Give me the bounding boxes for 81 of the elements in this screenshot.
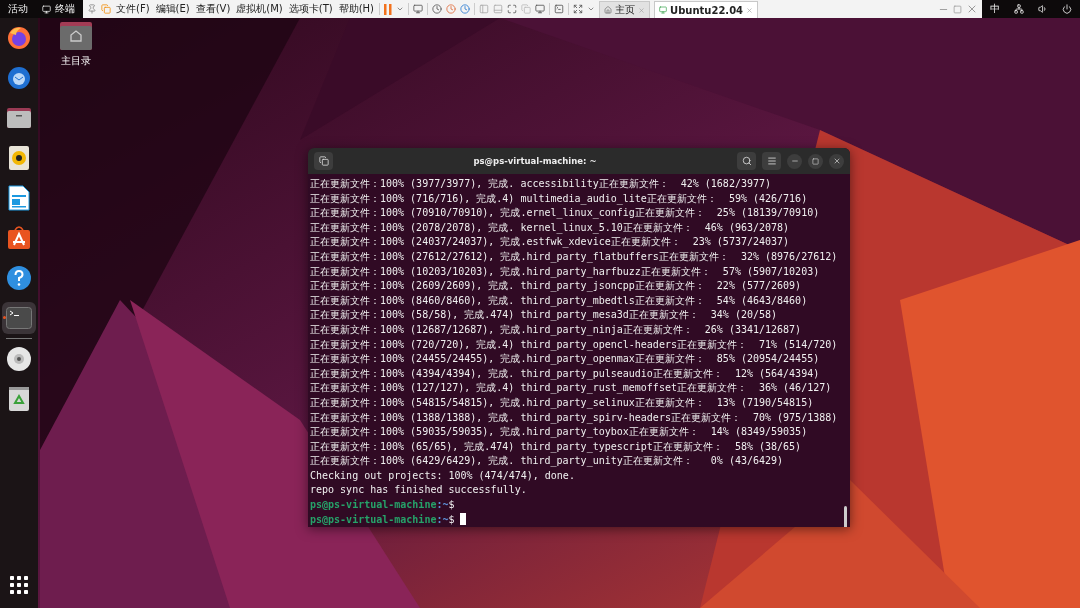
menu-item[interactable]: 虚拟机(M) (235, 2, 284, 16)
terminal-output-line: 正在更新文件：100% (720/720), 完成.4) third_party_opencl-headers正在更新文件： 71% (514/720) (310, 337, 839, 353)
minimize-icon (790, 157, 799, 165)
maximize-button[interactable] (808, 153, 823, 169)
command-prompt: ps@ps-virtual-machine:~$ (310, 498, 456, 513)
menu-item[interactable]: 选项卡(T) (287, 2, 334, 16)
desktop-icon-label[interactable]: 主目录 (61, 54, 91, 68)
terminal-output-line: 正在更新文件：100% (12687/12687), 完成.hird_party_ninja正在更新文件： 26% (3341/12687) (310, 322, 803, 338)
browser-icon[interactable] (6, 25, 32, 51)
terminal-output-line: 正在更新文件：100% (24455/24455), 完成.hird_party_openmax正在更新文件： 85% (20954/24455) (310, 352, 821, 367)
menu-item[interactable]: 文件(F) (115, 2, 151, 16)
mail-icon[interactable] (6, 65, 32, 91)
thumbnail-bar-icon[interactable] (493, 4, 504, 14)
fullscreen-icon[interactable] (507, 4, 518, 14)
terminal-output-line: 正在更新文件：100% (58/58), 完成.474) third_party_mesa3d正在更新文件： 34% (20/58) (310, 308, 779, 323)
terminal-output-line: 正在更新文件：100% (10203/10203), 完成.hird_party_harfbuzz正在更新文件： 57% (5907/10203) (310, 264, 821, 280)
vm-tab[interactable]: Ubuntu22.04 (654, 1, 759, 18)
terminal-output-line: 正在更新文件：100% (3977/3977), 完成. accessibility正在更新文件： 42% (1682/3977) (310, 177, 773, 191)
speaker-icon[interactable] (8, 145, 30, 171)
vm-icon (659, 6, 668, 14)
menu-item[interactable]: 编辑(E) (154, 2, 191, 16)
close-icon (832, 157, 841, 165)
terminal-output-line: 正在更新文件：100% (6429/6429), 完成. third_party_unity正在更新文件： 0% (43/6429) (310, 454, 785, 469)
minimize-button[interactable] (787, 153, 802, 169)
power-icon[interactable] (1062, 4, 1072, 14)
menu-button[interactable] (762, 152, 781, 170)
close-button[interactable] (829, 153, 844, 169)
revert-snapshot-icon[interactable] (446, 4, 457, 14)
terminal-output-line: 正在更新文件：100% (2078/2078), 完成. kernel_linux_5.10正在更新文件： 46% (963/2078) (310, 220, 791, 236)
console-icon[interactable] (554, 4, 565, 14)
terminal-output-line: Checking out projects: 100% (474/474), done. (310, 468, 576, 483)
terminal-icon (42, 4, 51, 14)
input-method-indicator[interactable]: 中 (990, 2, 1000, 16)
menu-item[interactable]: 帮助(H) (337, 2, 376, 16)
terminal-output-line: 正在更新文件：100% (24037/24037), 完成.estfwk_xdevice正在更新文件： 23% (5737/24037) (310, 235, 791, 250)
terminal-output-line: 正在更新文件：100% (8460/8460), 完成. third_party_mbedtls正在更新文件： 54% (4643/8460) (310, 293, 809, 309)
shopping-bag-icon[interactable] (6, 225, 32, 251)
terminal-output-line: repo sync has finished successfully. (310, 483, 528, 498)
terminal-output-line: 正在更新文件：100% (65/65), 完成.474) third_party_typescript正在更新文件： 58% (38/65) (310, 439, 803, 455)
document-icon[interactable] (8, 185, 30, 211)
trash-icon[interactable] (8, 386, 30, 412)
home-folder-icon[interactable] (60, 22, 92, 50)
new-tab-icon (318, 156, 329, 166)
terminal-output-line: 正在更新文件：100% (54815/54815), 完成.hird_party_selinux正在更新文件： 13% (7190/54815) (310, 395, 815, 411)
pause-icon[interactable] (384, 3, 393, 15)
terminal-icon[interactable] (6, 307, 32, 329)
close-icon[interactable] (966, 3, 978, 15)
dropdown-caret-icon[interactable] (396, 5, 405, 13)
scrollbar[interactable] (844, 506, 847, 527)
terminal-output-line: 正在更新文件：100% (70910/70910), 完成.ernel_linux_config正在更新文件： 25% (18139/70910) (310, 206, 821, 221)
new-tab-button[interactable] (314, 152, 333, 170)
maximize-icon (812, 157, 819, 165)
display-icon[interactable] (535, 4, 546, 14)
stretch-icon[interactable] (573, 4, 584, 14)
menu-item[interactable]: 查看(V) (194, 2, 232, 16)
snapshot-manager-icon[interactable] (460, 4, 471, 14)
app-grid-icon[interactable] (10, 576, 28, 594)
search-button[interactable] (737, 152, 756, 170)
terminal-output-line: 正在更新文件：100% (1388/1388), 完成. third_party_spirv-headers正在更新文件： 70% (975/1388) (310, 410, 839, 426)
volume-icon[interactable] (1038, 4, 1048, 14)
activities-button[interactable]: 活动 (8, 2, 28, 16)
terminal-output-line: 正在更新文件：100% (2609/2609), 完成. third_party_jsoncpp正在更新文件： 22% (577/2609) (310, 279, 803, 294)
home-icon (604, 6, 613, 14)
menu-icon (766, 156, 777, 166)
terminal-output-line: 正在更新文件：100% (716/716), 完成.4) multimedia_audio_lite正在更新文件： 59% (426/716) (310, 191, 809, 207)
search-icon (741, 156, 752, 166)
pin-icon[interactable] (87, 4, 97, 14)
vm-tab[interactable]: 主页 (599, 1, 651, 18)
terminal-output-line: 正在更新文件：100% (4394/4394), 完成. third_party_pulseaudio正在更新文件： 12% (564/4394) (310, 366, 821, 382)
terminal-output-line: 正在更新文件：100% (59035/59035), 完成.hird_party_toybox正在更新文件： 14% (8349/59035) (310, 425, 809, 440)
folder-icon[interactable] (6, 106, 32, 130)
terminal-output-line: 正在更新文件：100% (27612/27612), 完成.hird_party_flatbuffers正在更新文件： 32% (8976/27612) (310, 249, 839, 265)
snapshot-icon[interactable] (432, 4, 443, 14)
running-indicator (3, 316, 6, 319)
network-icon[interactable] (1014, 4, 1024, 14)
help-icon[interactable] (6, 265, 32, 291)
dropdown-caret-icon[interactable] (587, 5, 596, 13)
terminal-output-line: 正在更新文件：100% (127/127), 完成.4) third_party_rust_memoffset正在更新文件： 36% (46/127) (310, 381, 833, 396)
disc-icon[interactable] (6, 346, 32, 372)
app-menu[interactable]: 终端 (42, 2, 75, 16)
window-title: ps@ps-virtual-machine: ~ (472, 156, 598, 166)
